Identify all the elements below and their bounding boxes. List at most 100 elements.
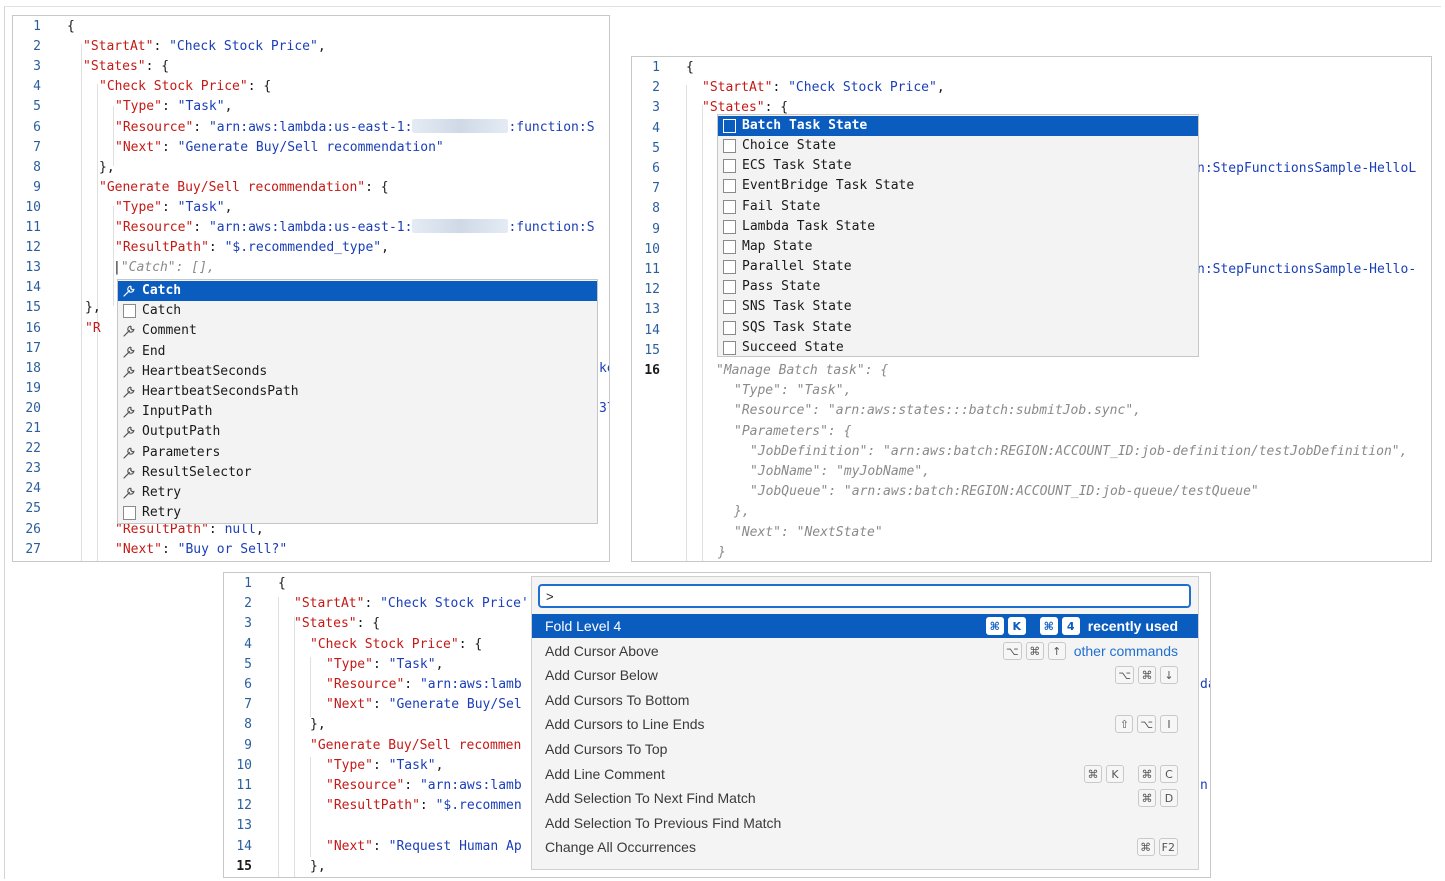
code-token: "Check Stock Price" xyxy=(169,39,318,55)
suggest-item[interactable]: Parameters xyxy=(118,443,597,463)
command-label: Add Cursors to Line Ends xyxy=(545,716,705,733)
command-item[interactable]: Add Cursor Below ⌥ ⌘ ↓ xyxy=(532,663,1198,687)
ghost-line: } xyxy=(632,543,1431,561)
command-item[interactable]: Add Cursors To Top xyxy=(532,737,1198,761)
command-item[interactable]: Add Cursor Above ⌥ ⌘ ↑ other commands xyxy=(532,639,1198,663)
suggest-item[interactable]: Fail State xyxy=(718,197,1198,217)
suggest-item[interactable]: Choice State xyxy=(718,136,1198,156)
ghost-line: "JobQueue": "arn:aws:batch:REGION:ACCOUN… xyxy=(632,482,1431,502)
code-text: "Generate Buy/Sell recommendation": { xyxy=(99,179,389,195)
code-text: "Check Stock Price": { xyxy=(310,636,483,652)
autocomplete-suggest-list[interactable]: Catch Catch Comment End HeartbeatSeconds Hear… xyxy=(117,279,598,524)
suggest-item[interactable]: Retry xyxy=(118,483,597,503)
line-number: 9 xyxy=(652,221,660,237)
command-item[interactable]: Add Selection To Next Find Match ⌘ D xyxy=(532,786,1198,810)
suggest-item[interactable]: Map State xyxy=(718,237,1198,257)
code-token: 37 xyxy=(599,400,609,416)
command-label: Fold Level 4 xyxy=(545,618,622,634)
suggest-item-label: End xyxy=(142,343,166,359)
line-number: 16 xyxy=(25,320,41,336)
code-token: "ResultPath" xyxy=(115,240,209,256)
other-commands-link[interactable]: other commands xyxy=(1074,639,1178,663)
code-line: 12 "ResultPath": "$.recommended_type", xyxy=(13,238,609,258)
command-item[interactable]: Add Line Comment ⌘ K ⌘ C xyxy=(532,762,1198,786)
code-text: 37 xyxy=(599,399,609,419)
suggest-item[interactable]: OutputPath xyxy=(118,422,597,442)
suggest-item[interactable]: Lambda Task State xyxy=(718,217,1198,237)
suggest-item[interactable]: SNS Task State xyxy=(718,297,1198,317)
code-token: "Generate Buy/Sell recommendation" xyxy=(99,179,366,195)
code-token: }, xyxy=(310,858,326,874)
suggest-item[interactable]: Batch Task State xyxy=(718,116,1198,136)
code-token: "Task" xyxy=(388,757,436,773)
suggest-item[interactable]: Retry xyxy=(118,503,597,523)
suggest-item[interactable]: EventBridge Task State xyxy=(718,176,1198,196)
suggest-item[interactable]: HeartbeatSecondsPath xyxy=(118,382,597,402)
code-editor-catch-suggestions[interactable]: 1{2 "StartAt": "Check Stock Price", 3 "Stat… xyxy=(12,15,610,562)
code-text: "Check Stock Price": { xyxy=(99,79,272,95)
suggest-item[interactable]: HeartbeatSeconds xyxy=(118,362,597,382)
line-number: 3 xyxy=(244,616,252,632)
line-number: 5 xyxy=(244,656,252,672)
command-item[interactable]: Add Cursors To Bottom xyxy=(532,688,1198,712)
suggest-item-label: InputPath xyxy=(142,404,213,420)
suggest-item[interactable]: InputPath xyxy=(118,402,597,422)
line-number: 25 xyxy=(25,501,41,517)
line-number: 3 xyxy=(652,100,660,116)
code-token: "Resource" xyxy=(115,220,194,235)
suggest-item[interactable]: ECS Task State xyxy=(718,156,1198,176)
code-line: 2 "StartAt": "Check Stock Price", xyxy=(632,78,1431,98)
suggest-item-label: Batch Task State xyxy=(742,118,868,133)
ghost-text: "Resource": "arn:aws:states:::batch:subm… xyxy=(734,401,1141,421)
suggest-item[interactable]: Catch xyxy=(118,301,597,321)
suggest-item[interactable]: SQS Task State xyxy=(718,318,1198,338)
suggest-item[interactable]: Parallel State xyxy=(718,257,1198,277)
line-number: 23 xyxy=(25,461,41,477)
line-number: 9 xyxy=(244,737,252,753)
suggest-item[interactable]: Comment xyxy=(118,321,597,341)
command-palette[interactable]: Fold Level 4⌘K⌘4recently usedAdd Cursor … xyxy=(531,576,1199,870)
suggest-item[interactable]: Succeed State xyxy=(718,338,1198,358)
line-number: 2 xyxy=(244,596,252,612)
command-item[interactable]: Add Cursors to Line Ends ⇧ ⌥ I xyxy=(532,712,1198,736)
code-text: "StartAt": "Check Stock Price' xyxy=(294,596,529,612)
code-token: :function:S xyxy=(508,119,595,135)
key-cap: ⌘ xyxy=(1138,666,1156,685)
redacted-account-id xyxy=(412,219,509,233)
code-text: { xyxy=(67,17,75,37)
suggest-item[interactable]: ResultSelector xyxy=(118,463,597,483)
code-token: n xyxy=(1200,778,1208,793)
line-number: 15 xyxy=(644,342,660,358)
command-palette-input[interactable] xyxy=(538,584,1191,608)
code-editor-state-snippets[interactable]: 1{2 "StartAt": "Check Stock Price", 3 "Stat… xyxy=(631,56,1432,562)
line-number: 8 xyxy=(652,201,660,217)
ghost-line: "JobDefinition": "arn:aws:batch:REGION:A… xyxy=(632,442,1431,462)
key-cap: K xyxy=(1106,764,1124,783)
line-number: 19 xyxy=(25,380,41,396)
suggest-item-label: Pass State xyxy=(742,279,821,295)
line-number: 24 xyxy=(25,481,41,497)
suggest-item-label: Catch xyxy=(142,283,182,298)
command-label: Add Cursor Above xyxy=(545,642,659,659)
line-number: 5 xyxy=(33,99,41,115)
code-text: "States": { xyxy=(83,59,170,75)
code-token: "arn:aws:lambda:us-east-1: xyxy=(208,220,413,235)
command-item[interactable]: Fold Level 4 ⌘ K ⌘ 4 recently used xyxy=(532,614,1198,638)
key-cap: ⌘ xyxy=(985,617,1004,635)
suggest-item-label: Catch xyxy=(142,303,182,319)
state-snippet-suggest-list[interactable]: Batch Task State Choice State ECS Task Sta… xyxy=(717,114,1199,357)
code-token: n:StepFunctionsSample-Hello- xyxy=(1197,262,1417,277)
command-item[interactable]: Add Selection To Previous Find Match xyxy=(532,811,1198,835)
line-number: 22 xyxy=(25,441,41,457)
command-item[interactable]: Change All Occurrences ⌘ F2 xyxy=(532,835,1198,859)
ghost-token: "JobDefinition": "arn:aws:batch:REGION:A… xyxy=(750,443,1408,459)
code-line: 13 |"Catch": [], xyxy=(13,258,609,278)
suggest-item[interactable]: Pass State xyxy=(718,277,1198,297)
command-keybinding: ⌘ K ⌘ C xyxy=(1080,762,1178,786)
snippet-box-icon xyxy=(123,506,136,521)
suggest-item[interactable]: Catch xyxy=(118,281,597,301)
line-number: 13 xyxy=(644,302,660,318)
ghost-text: "Parameters": { xyxy=(734,422,851,442)
suggest-item[interactable]: End xyxy=(118,342,597,362)
ghost-text: "Type": "Task", xyxy=(734,381,851,401)
